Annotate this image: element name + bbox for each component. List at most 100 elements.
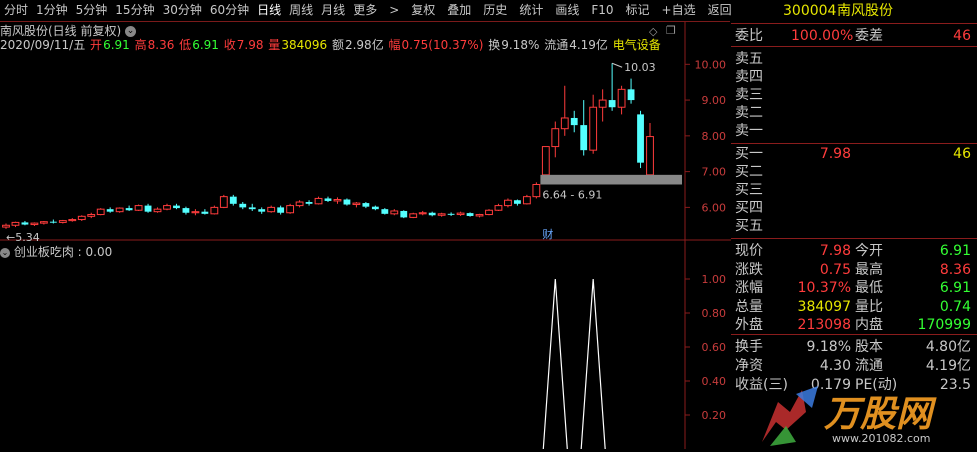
candle-body [125,208,133,211]
stat-value: 9.18% [806,339,851,355]
candle-body [514,200,521,204]
candle-body [144,205,152,212]
buy-level-label: 买四 [735,200,763,216]
candle-body [2,224,10,228]
price-tick-label: 10.00 [695,58,727,71]
stat-label: 净资 [735,358,763,374]
ind-tick-label: 0.60 [702,341,727,354]
stat-value: 384097 [797,298,851,315]
sell-level-row[interactable]: 卖五 [731,50,977,68]
stat-value: 4.19亿 [925,358,971,374]
weibi-label: 委比 [735,28,763,44]
ind-tick-label: 0.40 [702,375,727,388]
candle-body [163,205,171,210]
watermark-url: www.201082.com [832,432,930,445]
candle-body [11,221,20,226]
sell-level-row[interactable]: 卖三 [731,86,977,104]
price-tick-label: 8.00 [702,130,727,143]
quote-header: 300004 南风股份 [731,0,977,24]
candle-body [286,205,295,214]
candle-body [466,213,474,216]
candle-body [551,128,560,148]
kline-layer: 10.03 ←5.34 6.64 - 6.91 财 [2,61,682,244]
sell-level-row[interactable]: 卖四 [731,68,977,86]
candle-body [191,211,200,214]
price-tick-label: 6.00 [702,201,727,214]
candle-body [646,136,654,176]
candle-body [343,199,351,205]
stat-label: 换手 [735,339,763,355]
divider [731,334,977,335]
candle-body [447,213,455,215]
sell-level-label: 卖五 [735,51,763,67]
buy-level-row[interactable]: 买五 [731,217,977,235]
buy-level-row[interactable]: 买四 [731,199,977,217]
candle-body [494,205,503,211]
stat-value: 6.91 [939,280,971,296]
kline-chart[interactable]: 10.03 ←5.34 6.64 - 6.91 财 10.00 9.00 8.00 7.00… [0,0,731,449]
candle-body [570,117,578,126]
candle-body [77,215,86,221]
candle-body [258,209,266,212]
quote-stat-row: 涨幅 10.37% 最低 6.91 [731,279,977,297]
stat-label: 股本 [855,339,883,355]
buy-level-label: 买二 [735,164,763,180]
buy-level-label: 买五 [735,218,763,234]
indicator-title: ⌄ 创业板吃肉 : 0.00 [0,243,112,260]
sell-level-row[interactable]: 卖一 [731,122,977,140]
buy-level-row[interactable]: 买一 7.98 46 [731,145,977,163]
weicha-label: 委差 [855,28,883,44]
quote-stat-row: 外盘 213098 内盘 170999 [731,316,977,334]
indicator-title-text: 创业板吃肉 : 0.00 [13,245,113,259]
sell-level-label: 卖一 [735,123,763,139]
gap-range-label: 6.64 - 6.91 [542,188,602,201]
price-tick-label: 7.00 [702,166,727,179]
sell-level-row[interactable]: 卖二 [731,104,977,122]
candle-body [409,213,418,218]
stat-label: 外盘 [735,317,763,333]
candle-body [277,207,285,213]
candle-body [239,203,247,208]
candle-body [58,220,67,223]
candle-body [153,208,162,213]
indicator-spike [580,278,606,449]
min-price-label: ←5.34 [6,231,40,244]
weicha-value: 46 [953,28,971,44]
candle-body [637,114,644,163]
stat-label: 流通 [855,358,883,374]
candle-body [428,212,436,216]
weibi-row: 委比 100.00% 委差 46 [731,27,977,45]
weibi-value: 100.00% [791,28,854,44]
candle-body [560,117,569,130]
candle-body [437,213,446,216]
stat-label: 最低 [855,280,883,296]
settings-icon[interactable]: ⌄ [0,247,10,258]
candle-body [229,196,237,204]
stat-label: 现价 [735,243,763,259]
candle-body [305,202,313,204]
stat-label: 量比 [855,298,883,315]
stat-value: 170999 [917,317,971,333]
gap-band [540,174,682,185]
candle-body [106,209,114,212]
candle-body [333,199,342,202]
stat-value: 8.36 [939,261,971,278]
stat-value: 0.75 [819,261,851,278]
stat-label: 最高 [855,261,883,278]
buy-level-row[interactable]: 买三 [731,181,977,199]
buy-level-label: 买一 [735,146,763,162]
candle-body [134,205,143,211]
candle-body [608,100,616,108]
candle-body [21,222,29,225]
buy-level-row[interactable]: 买二 [731,163,977,181]
candle-body [295,201,304,207]
quote-stat-row: 净资 4.30 流通 4.19亿 [731,357,977,375]
candle-body [182,208,190,213]
quote-stat-row: 换手 9.18% 股本 4.80亿 [731,338,977,356]
stat-label: 今开 [855,243,883,259]
quote-stat-row: 总量 384097 量比 0.74 [731,298,977,316]
candle-body [580,125,588,151]
stat-label: 涨幅 [735,280,763,296]
candle-body [541,146,550,176]
stat-value: 0.74 [939,298,971,315]
